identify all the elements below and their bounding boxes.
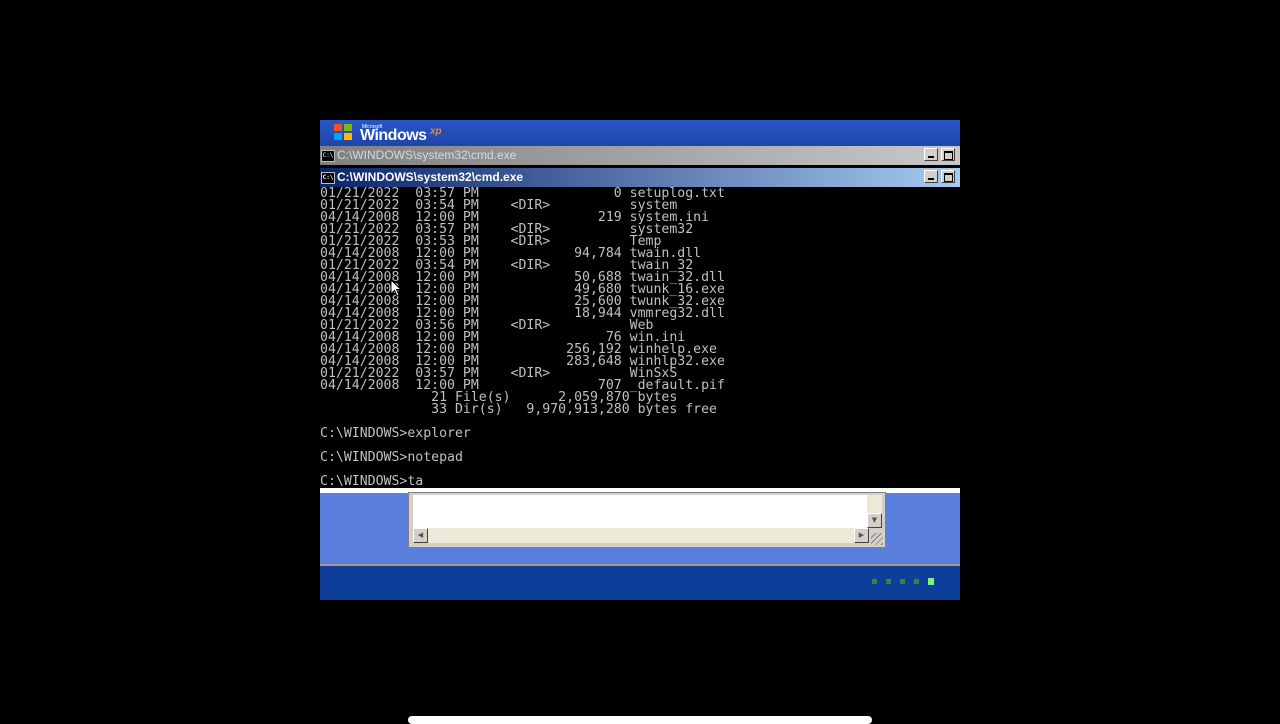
maximize-button[interactable] — [941, 148, 955, 161]
console-line: C:\WINDOWS>ta — [320, 474, 424, 489]
video-player-edge — [408, 716, 872, 724]
cmd-icon: C:\ — [321, 150, 335, 162]
window-title: C:\WINDOWS\system32\cmd.exe — [337, 148, 517, 162]
console-line: C:\WINDOWS>explorer — [320, 426, 471, 441]
minimize-button[interactable] — [924, 170, 938, 183]
window-title: C:\WINDOWS\system32\cmd.exe — [337, 170, 524, 184]
loading-progress-indicator — [872, 577, 942, 587]
notepad-text-area[interactable] — [413, 495, 869, 528]
horizontal-scrollbar[interactable]: ◀ ▶ — [413, 528, 869, 543]
progress-dot — [872, 579, 877, 584]
maximize-button[interactable] — [941, 170, 955, 183]
cmd-icon: C:\ — [321, 172, 335, 184]
scroll-down-icon[interactable]: ▼ — [867, 513, 882, 528]
console-line: C:\WINDOWS>notepad — [320, 450, 463, 465]
desktop-background: ▼ ◀ ▶ — [320, 488, 960, 600]
mouse-pointer-icon — [390, 279, 402, 297]
console-output[interactable]: 01/21/2022 03:57 PM 0 setuplog.txt 01/21/… — [320, 187, 960, 489]
loading-band — [320, 566, 960, 600]
cmd-window-inactive-titlebar[interactable]: C:\ C:\WINDOWS\system32\cmd.exe — [320, 146, 960, 165]
windows-flag-icon — [334, 124, 354, 142]
resize-grip-icon[interactable] — [871, 533, 883, 545]
cmd-window-active-titlebar[interactable]: C:\ C:\WINDOWS\system32\cmd.exe — [320, 168, 960, 187]
console-line: 33 Dir(s) 9,970,913,280 bytes free — [320, 402, 717, 417]
progress-dot — [914, 579, 919, 584]
minimize-button[interactable] — [924, 148, 938, 161]
notepad-window[interactable]: ▼ ◀ ▶ — [408, 492, 886, 548]
windows-wordmark: Windows — [360, 127, 427, 144]
scroll-right-icon[interactable]: ▶ — [854, 528, 869, 543]
xp-wordmark: xp — [430, 126, 442, 137]
scroll-left-icon[interactable]: ◀ — [413, 528, 428, 543]
vm-screen: Microsoft Windows xp C:\ C:\WINDOWS\syst… — [320, 120, 960, 600]
vertical-scrollbar[interactable]: ▼ — [867, 495, 882, 528]
progress-dot-active — [928, 578, 934, 585]
progress-dot — [886, 579, 891, 584]
progress-dot — [900, 579, 905, 584]
windows-boot-banner: Microsoft Windows xp — [320, 120, 960, 147]
